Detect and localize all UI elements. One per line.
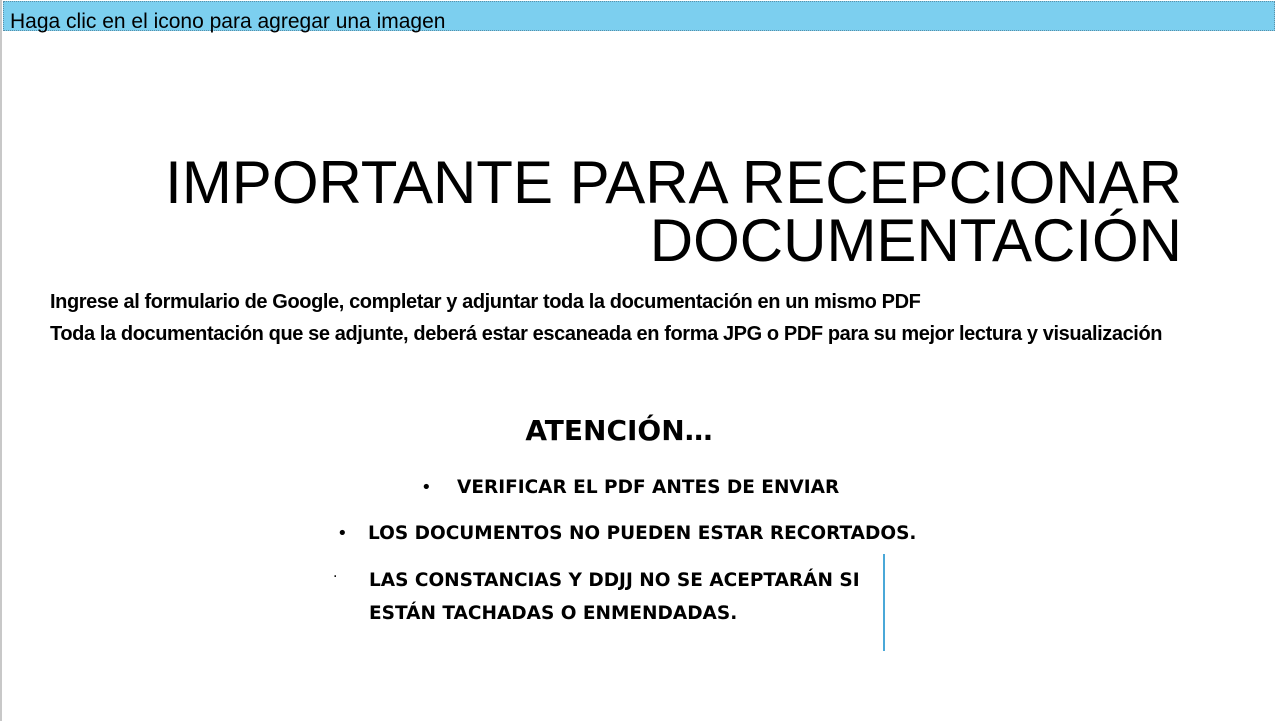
slide-title-line-1: IMPORTANTE PARA RECEPCIONAR	[165, 149, 1182, 216]
image-placeholder-label: Haga clic en el icono para agregar una i…	[10, 10, 446, 33]
list-item: VERIFICAR EL PDF ANTES DE ENVIAR	[457, 477, 840, 498]
list-item: LAS CONSTANCIAS Y DDJJ NO SE ACEPTARÁN S…	[369, 570, 860, 591]
instruction-line: Toda la documentación que se adjunte, de…	[50, 323, 1163, 345]
bullet-icon: ·	[333, 569, 338, 585]
attention-heading: ATENCIÓN…	[525, 414, 713, 447]
slide-left-border	[0, 0, 2, 721]
bullet-icon: •	[337, 523, 348, 544]
bullet-icon: •	[421, 477, 432, 498]
list-item: LOS DOCUMENTOS NO PUEDEN ESTAR RECORTADO…	[368, 523, 917, 544]
slide-title[interactable]: IMPORTANTE PARA RECEPCIONAR DOCUMENTACIÓ…	[100, 149, 1182, 274]
instruction-line: Ingrese al formulario de Google, complet…	[50, 291, 921, 313]
slide-title-line-2: DOCUMENTACIÓN	[649, 207, 1182, 274]
image-placeholder[interactable]: Haga clic en el icono para agregar una i…	[3, 1, 1275, 33]
text-cursor	[883, 554, 885, 651]
list-item: ESTÁN TACHADAS O ENMENDADAS.	[369, 603, 738, 624]
instructions-text-box[interactable]: Ingrese al formulario de Google, complet…	[50, 286, 1260, 350]
